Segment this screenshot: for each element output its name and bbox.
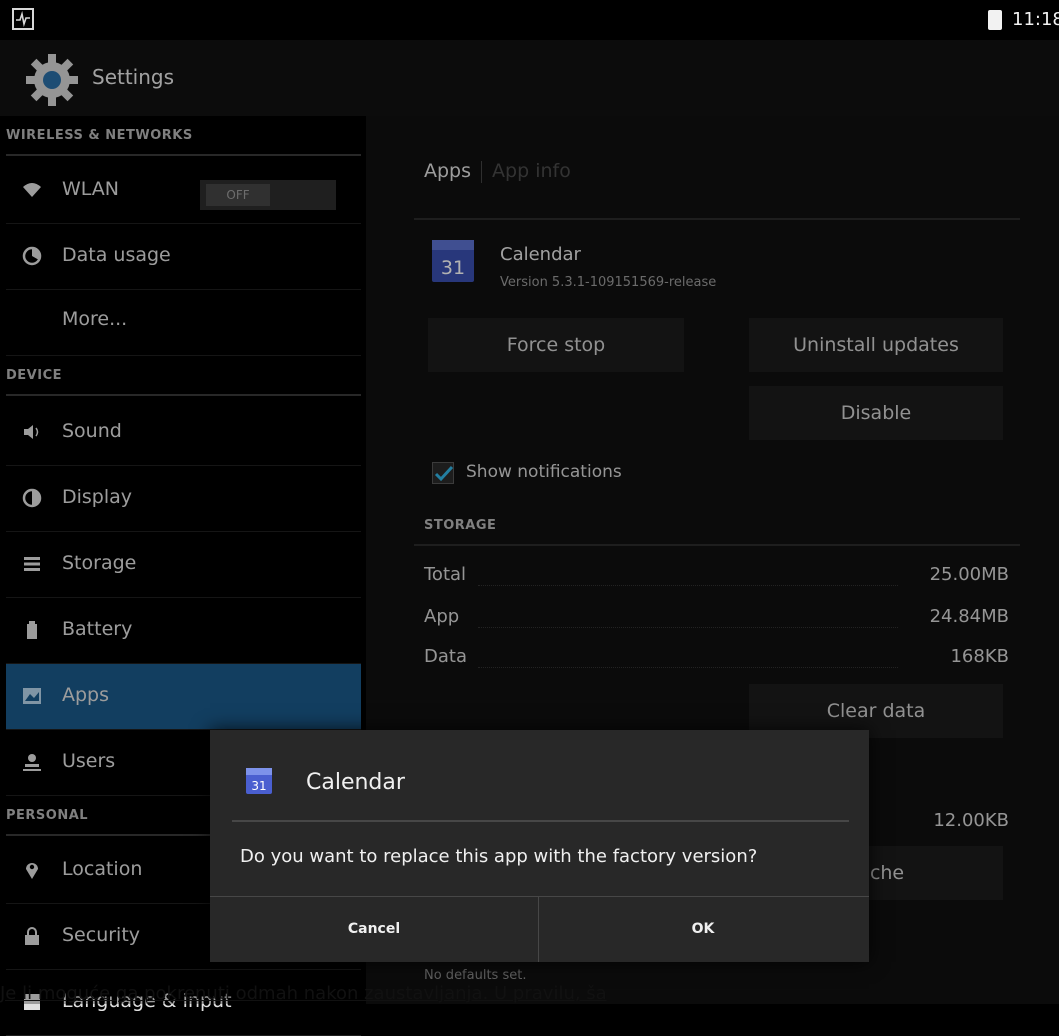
calendar-app-icon: 31 — [246, 768, 272, 794]
dialog-message: Do you want to replace this app with the… — [240, 846, 758, 867]
cancel-button[interactable]: Cancel — [210, 897, 538, 962]
ok-button[interactable]: OK — [539, 897, 867, 962]
dialog-title-divider — [232, 820, 849, 822]
status-clock: 11:18 — [1012, 9, 1059, 30]
caption-text: Je li moguće ga pokrenuti odmah nakon za… — [0, 984, 607, 1004]
dialog-icon-day: 31 — [251, 779, 266, 793]
replace-app-dialog: 31 Calendar Do you want to replace this … — [210, 730, 869, 962]
dialog-title: Calendar — [306, 770, 405, 795]
activity-monitor-icon — [12, 8, 34, 30]
battery-status-icon — [988, 10, 1002, 30]
status-bar: 11:18 — [0, 0, 1059, 40]
